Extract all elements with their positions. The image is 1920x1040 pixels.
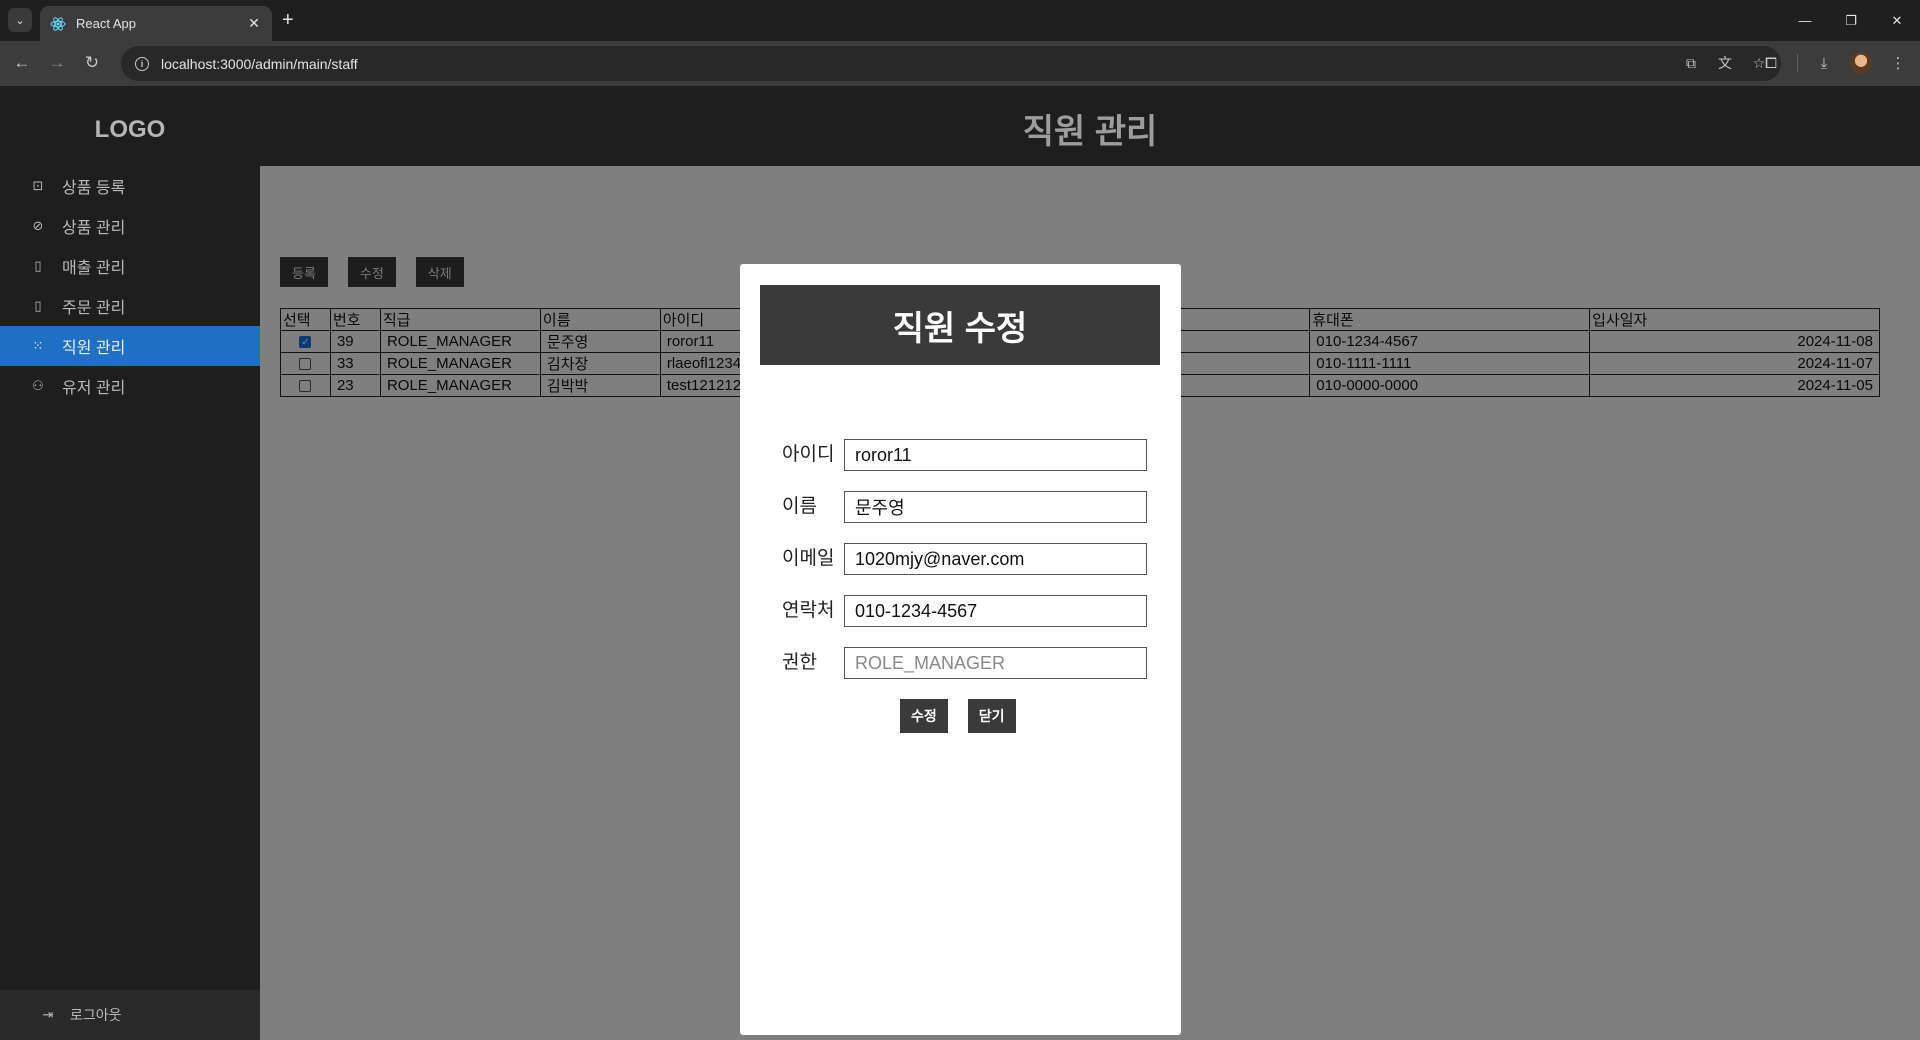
field-label: 연락처 — [782, 600, 835, 621]
minimize-icon[interactable]: — — [1782, 0, 1828, 41]
sidebar-item-staff-manage[interactable]: ⁙ 직원 관리 — [0, 326, 260, 366]
admin-app: LOGO ⊡ 상품 등록 ⊘ 상품 관리 ▯ 매출 관리 ▯ 주문 관리 ⁙ 직… — [0, 86, 1920, 1040]
submit-edit-button[interactable]: 수정 — [900, 699, 948, 733]
window-controls: — ❐ ✕ — [1782, 0, 1920, 41]
phone-field: 연락처 010-1234-4567 — [782, 595, 1147, 629]
grid-icon: ⁙ — [32, 338, 44, 353]
sidebar-item-label: 주문 관리 — [62, 300, 126, 317]
browser-toolbar: ← → ↻ i localhost:3000/admin/main/staff … — [0, 41, 1920, 86]
user-icon: ⚇ — [32, 378, 44, 393]
translate-icon[interactable]: 文 — [1715, 53, 1735, 73]
edit-staff-modal: 직원 수정 아이디 roror11 이름 문주영 이메일 1020mjy@nav… — [740, 264, 1181, 1035]
sidebar-item-label: 직원 관리 — [62, 340, 126, 357]
sidebar-item-sales-manage[interactable]: ▯ 매출 관리 — [0, 246, 260, 286]
close-tab-icon[interactable]: ✕ — [246, 15, 262, 32]
modal-actions: 수정 닫기 — [900, 699, 1016, 733]
email-field: 이메일 1020mjy@naver.com — [782, 543, 1147, 577]
sidebar-item-label: 매출 관리 — [62, 260, 126, 277]
menu-kebab-icon[interactable]: ⋮ — [1886, 51, 1910, 75]
close-window-icon[interactable]: ✕ — [1874, 0, 1920, 41]
reload-icon[interactable]: ↻ — [80, 51, 104, 75]
field-label: 권한 — [782, 652, 817, 673]
profile-avatar[interactable] — [1850, 52, 1872, 74]
browser-tab-strip: ⌄ React App ✕ + — ❐ ✕ — [0, 0, 1920, 41]
address-bar[interactable]: i localhost:3000/admin/main/staff ⧉ 文 ☆ — [121, 46, 1781, 81]
role-field: 권한 ROLE_MANAGER — [782, 647, 1147, 681]
name-field: 이름 문주영 — [782, 491, 1147, 525]
url-text: localhost:3000/admin/main/staff — [161, 55, 358, 72]
react-icon — [50, 16, 66, 31]
close-modal-button[interactable]: 닫기 — [967, 699, 1016, 733]
tag-icon: ⊘ — [32, 218, 44, 233]
restore-icon[interactable]: ❐ — [1828, 0, 1874, 41]
name-input[interactable]: 문주영 — [844, 491, 1147, 523]
phone-input[interactable]: 010-1234-4567 — [844, 595, 1147, 627]
install-app-icon[interactable]: ⧉ — [1681, 53, 1701, 73]
sidebar-item-product-manage[interactable]: ⊘ 상품 관리 — [0, 206, 260, 246]
building-icon: ▯ — [34, 258, 42, 273]
field-label: 이메일 — [782, 548, 835, 569]
modal-title: 직원 수정 — [760, 285, 1160, 365]
extensions-icon[interactable]: ⧠ — [1759, 51, 1783, 75]
field-label: 아이디 — [782, 444, 835, 465]
id-field: 아이디 roror11 — [782, 439, 1147, 473]
sidebar-item-label: 상품 등록 — [62, 180, 126, 197]
logout-button[interactable]: ⇥ 로그아웃 — [0, 990, 260, 1040]
sidebar: LOGO ⊡ 상품 등록 ⊘ 상품 관리 ▯ 매출 관리 ▯ 주문 관리 ⁙ 직… — [0, 86, 260, 1040]
bag-icon: ⊡ — [32, 178, 44, 193]
browser-tab[interactable]: React App ✕ — [40, 6, 272, 41]
sidebar-item-label: 상품 관리 — [62, 220, 126, 237]
sidebar-item-label: 유저 관리 — [62, 380, 126, 397]
logout-icon: ⇥ — [42, 1007, 54, 1022]
role-input[interactable]: ROLE_MANAGER — [844, 647, 1147, 679]
sidebar-item-order-manage[interactable]: ▯ 주문 관리 — [0, 286, 260, 326]
new-tab-icon[interactable]: + — [282, 10, 294, 30]
email-input[interactable]: 1020mjy@naver.com — [844, 543, 1147, 575]
back-icon[interactable]: ← — [10, 51, 34, 75]
field-label: 이름 — [782, 496, 817, 517]
sidebar-item-user-manage[interactable]: ⚇ 유저 관리 — [0, 366, 260, 406]
download-icon[interactable]: ⤓ — [1812, 51, 1836, 75]
toolbar-divider — [1797, 54, 1798, 72]
sidebar-nav: ⊡ 상품 등록 ⊘ 상품 관리 ▯ 매출 관리 ▯ 주문 관리 ⁙ 직원 관리 … — [0, 166, 260, 406]
site-info-icon[interactable]: i — [135, 56, 149, 71]
page-title: 직원 관리 — [1022, 113, 1158, 151]
forward-icon[interactable]: → — [45, 51, 69, 75]
page-header: 직원 관리 — [260, 86, 1920, 166]
logo: LOGO — [94, 116, 166, 143]
id-input[interactable]: roror11 — [844, 439, 1147, 471]
building-icon: ▯ — [34, 298, 42, 313]
logout-label: 로그아웃 — [70, 1007, 122, 1023]
tab-title: React App — [76, 16, 136, 31]
tab-search-icon[interactable]: ⌄ — [8, 8, 32, 32]
sidebar-item-product-register[interactable]: ⊡ 상품 등록 — [0, 166, 260, 206]
